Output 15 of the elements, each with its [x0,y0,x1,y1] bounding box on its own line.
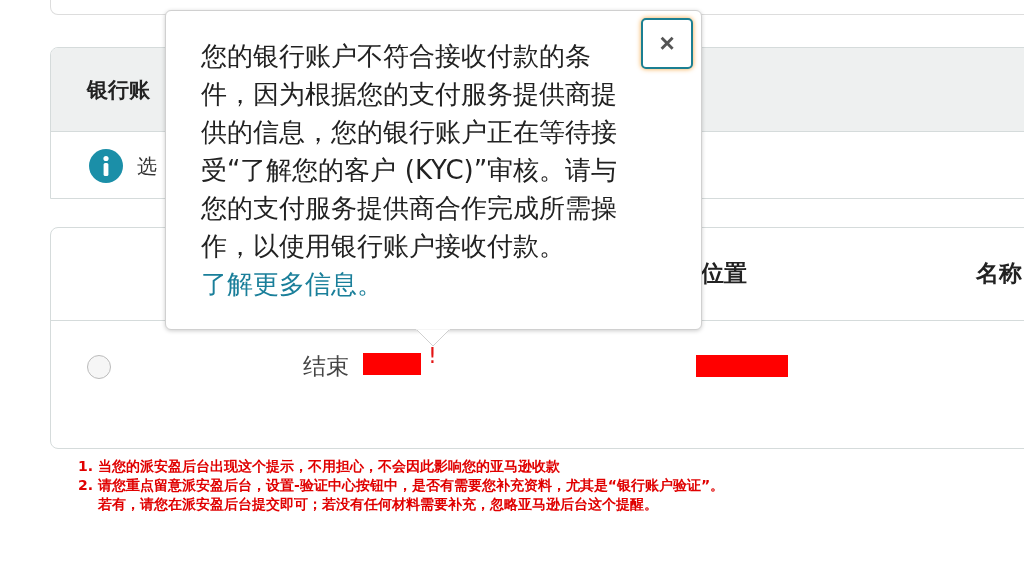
radio-button[interactable] [87,355,111,379]
column-header: 位置 [701,259,747,288]
info-icon [89,149,123,183]
table-cell-text: 结束 [303,352,349,381]
notice-text: 选 [137,152,157,180]
learn-more-link[interactable]: 了解更多信息。 [201,269,383,299]
warning-mark: ! [428,343,437,368]
annotation-text: 若有，请您在派安盈后台提交即可；若没有任何材料需要补充，忽略亚马逊后台这个提醒。 [97,495,659,514]
close-button[interactable]: × [641,18,693,69]
panel-title: 银行账 [87,76,150,104]
column-header: 名称 [976,259,1022,288]
popover-message: 您的银行账户不符合接收付款的条件，因为根据您的支付服务提供商提供的信息，您的银行账户正在等待接受“了解您的客户 (KYC)”审核。请与您的支付服务提供商合作完成所需操作，以使用银行账户接收付款。 了解更多信息。 [201,40,619,301]
table-row[interactable]: 结束 ! [51,321,1024,449]
annotation-text: 2. 请您重点留意派安盈后台，设置-验证中心按钮中，是否有需要您补充资料，尤其是“银行账户验证”。 [78,476,726,495]
annotation-text: 1. 当您的派安盈后台出现这个提示，不用担心，不会因此影响您的亚马逊收款 [78,457,561,476]
